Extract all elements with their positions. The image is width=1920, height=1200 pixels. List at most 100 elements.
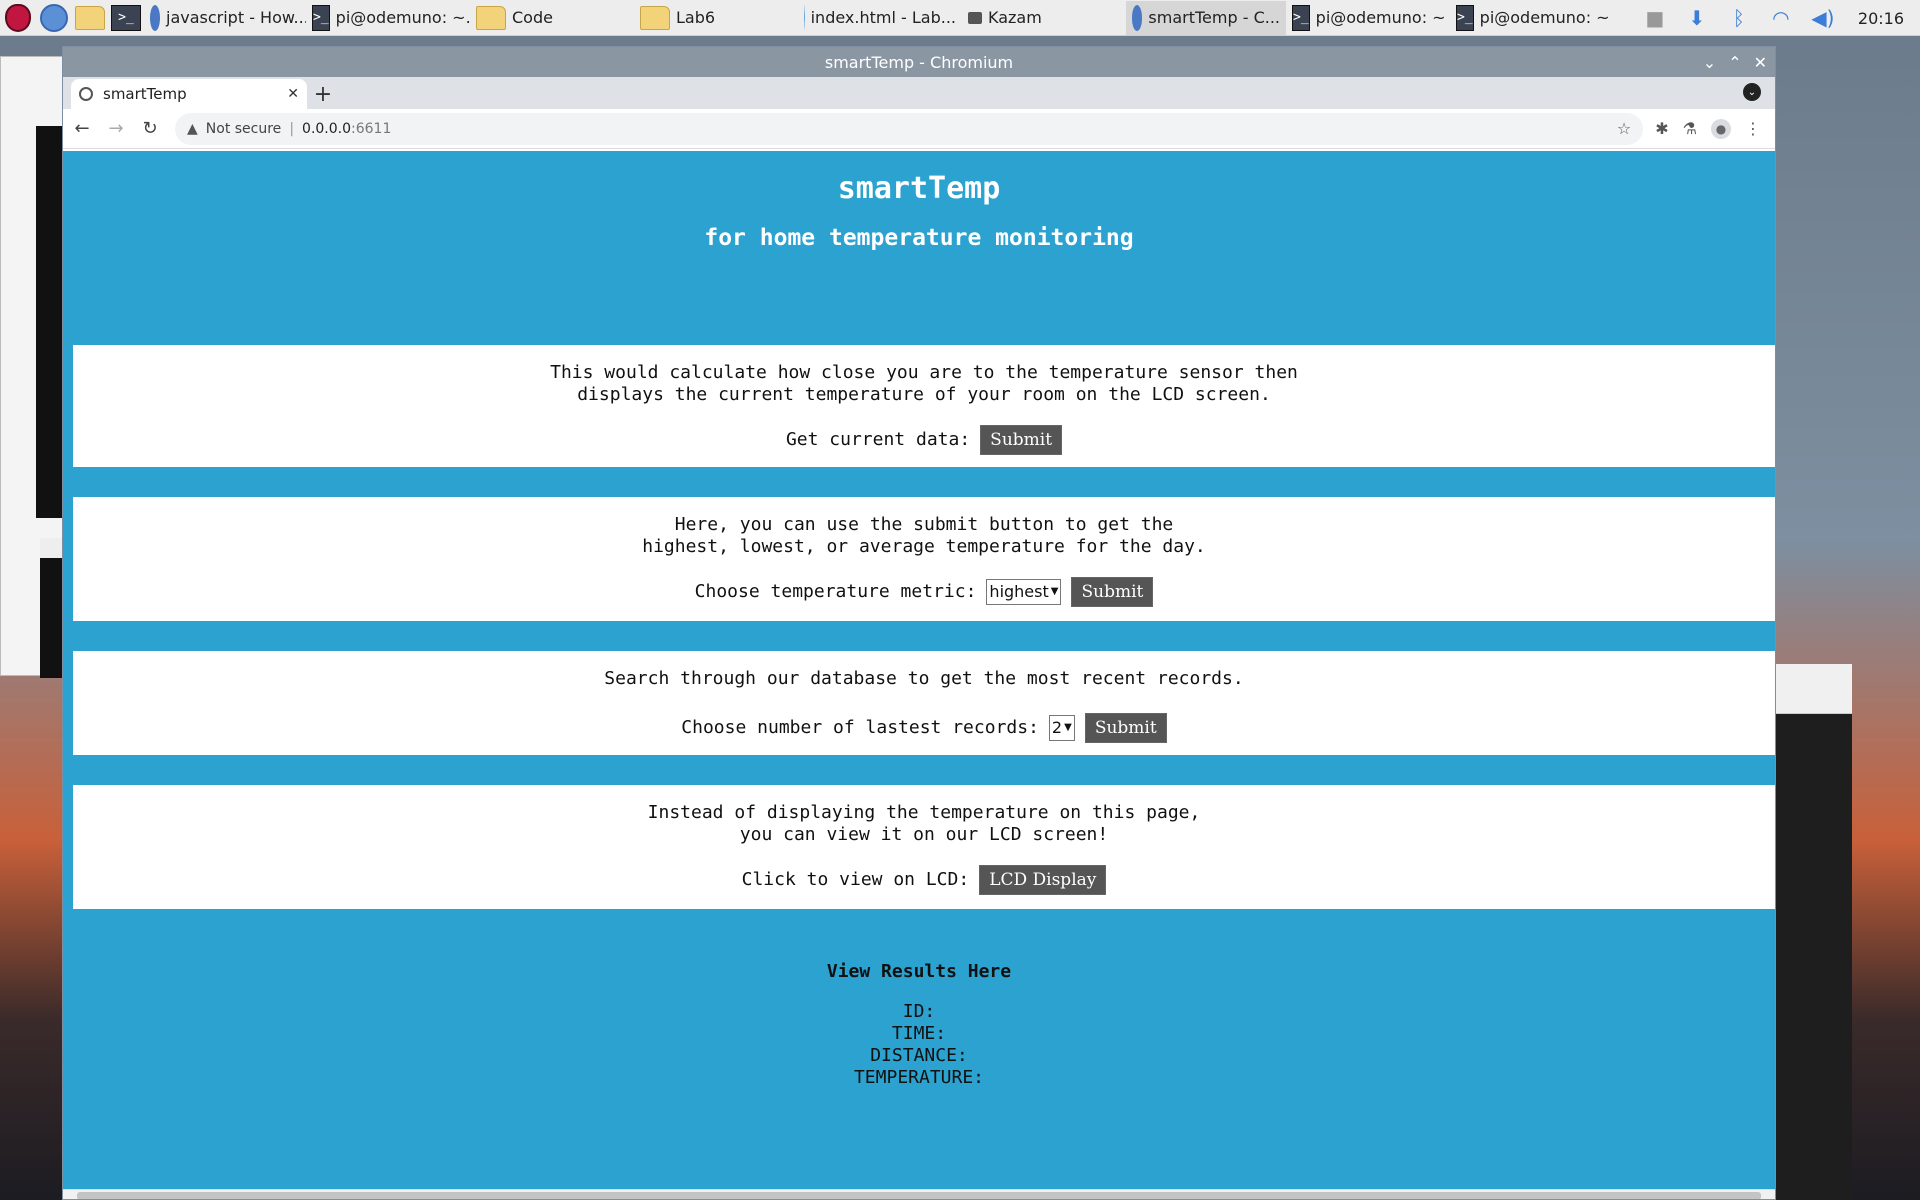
terminal-launcher[interactable]: >_ bbox=[108, 0, 144, 36]
background-vscode-titlebar[interactable] bbox=[1774, 664, 1852, 714]
task-terminal-1[interactable]: >_ pi@odemuno: ~... bbox=[306, 1, 470, 35]
records-label: Choose number of lastest records: bbox=[681, 717, 1039, 738]
lcd-display-button[interactable]: LCD Display bbox=[979, 865, 1107, 895]
task-terminal-3[interactable]: >_ pi@odemuno: ~ bbox=[1450, 1, 1614, 35]
card-form-row: Get current data: Submit bbox=[73, 425, 1775, 455]
background-vscode-window[interactable] bbox=[1774, 664, 1852, 1200]
card-form-row: Choose number of lastest records: 2 ▼ Su… bbox=[73, 713, 1775, 743]
raspberry-menu-button[interactable] bbox=[0, 0, 36, 36]
task-label: Code bbox=[512, 8, 553, 27]
folder-icon bbox=[476, 5, 506, 30]
description-line: displays the current temperature of your… bbox=[577, 384, 1271, 405]
result-id: ID: bbox=[902, 1001, 936, 1022]
chromium-icon bbox=[150, 4, 160, 31]
card-description: Instead of displaying the temperature on… bbox=[73, 802, 1775, 846]
security-status[interactable]: Not secure bbox=[206, 121, 282, 137]
task-folder-lab6[interactable]: Lab6 bbox=[634, 1, 798, 35]
kebab-menu-icon[interactable]: ⋮ bbox=[1745, 119, 1761, 138]
folder-icon bbox=[640, 5, 670, 30]
wifi-icon[interactable]: ◠ bbox=[1768, 6, 1794, 30]
task-label: javascript - How... bbox=[166, 8, 306, 27]
task-label: pi@odemuno: ~... bbox=[335, 8, 470, 27]
bookmark-star-icon[interactable]: ☆ bbox=[1617, 119, 1631, 138]
flask-icon[interactable]: ⚗ bbox=[1683, 119, 1697, 138]
profile-avatar-icon[interactable]: ● bbox=[1711, 118, 1731, 139]
address-bar[interactable]: ▲ Not secure | 0.0.0.0:6611 ☆ bbox=[175, 112, 1644, 145]
lcd-display-card: Instead of displaying the temperature on… bbox=[73, 785, 1775, 909]
video-camera-icon[interactable]: ■ bbox=[1642, 6, 1668, 30]
task-kazam[interactable]: Kazam bbox=[962, 1, 1126, 35]
browser-launcher[interactable] bbox=[36, 0, 72, 36]
current-data-submit-button[interactable]: Submit bbox=[980, 425, 1063, 455]
records-select-value: 2 bbox=[1051, 718, 1063, 737]
task-label: Kazam bbox=[988, 8, 1042, 27]
scrollbar-thumb[interactable] bbox=[77, 1192, 1761, 1199]
url-text[interactable]: 0.0.0.0:6611 bbox=[302, 121, 391, 137]
taskbar: >_ javascript - How... >_ pi@odemuno: ~.… bbox=[0, 0, 1920, 36]
task-folder-code[interactable]: Code bbox=[470, 1, 634, 35]
new-tab-button[interactable]: + bbox=[307, 79, 339, 109]
task-vscode[interactable]: index.html - Lab... bbox=[798, 1, 962, 35]
card-form-row: Click to view on LCD: LCD Display bbox=[73, 865, 1775, 895]
reload-icon[interactable]: ↻ bbox=[139, 118, 161, 140]
task-label: pi@odemuno: ~ bbox=[1315, 8, 1446, 27]
card-description: Here, you can use the submit button to g… bbox=[73, 514, 1775, 558]
page-subtitle: for home temperature monitoring bbox=[704, 225, 1134, 251]
chevron-down-icon: ▼ bbox=[1064, 722, 1072, 733]
tab-search-icon[interactable]: ⌄ bbox=[1743, 83, 1761, 101]
terminal-icon: >_ bbox=[1456, 4, 1474, 31]
metric-select[interactable]: highest ▼ bbox=[986, 579, 1062, 605]
description-line: This would calculate how close you are t… bbox=[550, 362, 1298, 383]
tab-title: smartTemp bbox=[103, 85, 187, 103]
task-terminal-2[interactable]: >_ pi@odemuno: ~ bbox=[1286, 1, 1450, 35]
description-line: Here, you can use the submit button to g… bbox=[674, 514, 1174, 535]
globe-icon bbox=[79, 87, 93, 101]
terminal-icon: >_ bbox=[312, 4, 330, 31]
tab-smarttemp[interactable]: smartTemp ✕ bbox=[71, 79, 307, 109]
globe-icon bbox=[40, 3, 68, 32]
task-label: smartTemp - C... bbox=[1148, 8, 1280, 27]
card-form-row: Choose temperature metric: highest ▼ Sub… bbox=[73, 577, 1775, 607]
result-distance: DISTANCE: bbox=[870, 1045, 968, 1066]
records-count-select[interactable]: 2 ▼ bbox=[1048, 715, 1075, 741]
metric-label: Choose temperature metric: bbox=[694, 581, 977, 602]
warning-icon[interactable]: ▲ bbox=[187, 121, 198, 137]
window-titlebar[interactable]: smartTemp - Chromium ⌄ ⌃ ✕ bbox=[63, 47, 1775, 77]
card-description: This would calculate how close you are t… bbox=[73, 362, 1775, 406]
bluetooth-icon[interactable]: ᛒ bbox=[1726, 6, 1752, 30]
browser-toolbar: ← → ↻ ▲ Not secure | 0.0.0.0:6611 ☆ ✱ ⚗ … bbox=[63, 109, 1775, 149]
records-submit-button[interactable]: Submit bbox=[1084, 713, 1167, 743]
chromium-window: smartTemp - Chromium ⌄ ⌃ ✕ smartTemp ✕ +… bbox=[62, 46, 1776, 1200]
extensions-puzzle-icon[interactable]: ✱ bbox=[1655, 119, 1668, 138]
horizontal-scrollbar[interactable] bbox=[63, 1189, 1775, 1199]
recent-records-card: Search through our database to get the m… bbox=[73, 651, 1775, 755]
maximize-icon[interactable]: ⌃ bbox=[1728, 53, 1741, 72]
description-line: highest, lowest, or average temperature … bbox=[642, 536, 1206, 557]
task-label: Lab6 bbox=[676, 8, 716, 27]
task-chromium-smarttemp[interactable]: smartTemp - C... bbox=[1126, 0, 1286, 35]
minimize-icon[interactable]: ⌄ bbox=[1703, 53, 1716, 72]
lcd-label: Click to view on LCD: bbox=[741, 869, 970, 890]
back-arrow-icon[interactable]: ← bbox=[71, 118, 93, 140]
page-title: smartTemp bbox=[837, 171, 1001, 206]
task-chromium-javascript[interactable]: javascript - How... bbox=[144, 1, 306, 35]
close-tab-icon[interactable]: ✕ bbox=[287, 86, 299, 102]
separator: | bbox=[289, 120, 295, 137]
metric-select-value: highest bbox=[989, 582, 1049, 601]
vscode-icon bbox=[804, 4, 805, 31]
current-data-card: This would calculate how close you are t… bbox=[73, 345, 1775, 467]
tab-strip: smartTemp ✕ + ⌄ bbox=[63, 77, 1775, 109]
volume-icon[interactable]: ◀) bbox=[1810, 6, 1836, 30]
download-icon[interactable]: ⬇ bbox=[1684, 6, 1710, 30]
system-tray: ■ ⬇ ᛒ ◠ ◀) 20:16 bbox=[1642, 0, 1920, 36]
clock[interactable]: 20:16 bbox=[1858, 9, 1904, 28]
close-icon[interactable]: ✕ bbox=[1754, 53, 1767, 72]
forward-arrow-icon[interactable]: → bbox=[105, 118, 127, 140]
metric-submit-button[interactable]: Submit bbox=[1071, 577, 1154, 607]
raspberry-pi-icon bbox=[5, 3, 31, 32]
file-manager-launcher[interactable] bbox=[72, 0, 108, 36]
results-title: View Results Here bbox=[826, 961, 1012, 982]
window-title: smartTemp - Chromium bbox=[824, 52, 1014, 72]
camera-icon bbox=[968, 11, 982, 24]
folder-icon bbox=[75, 5, 105, 30]
